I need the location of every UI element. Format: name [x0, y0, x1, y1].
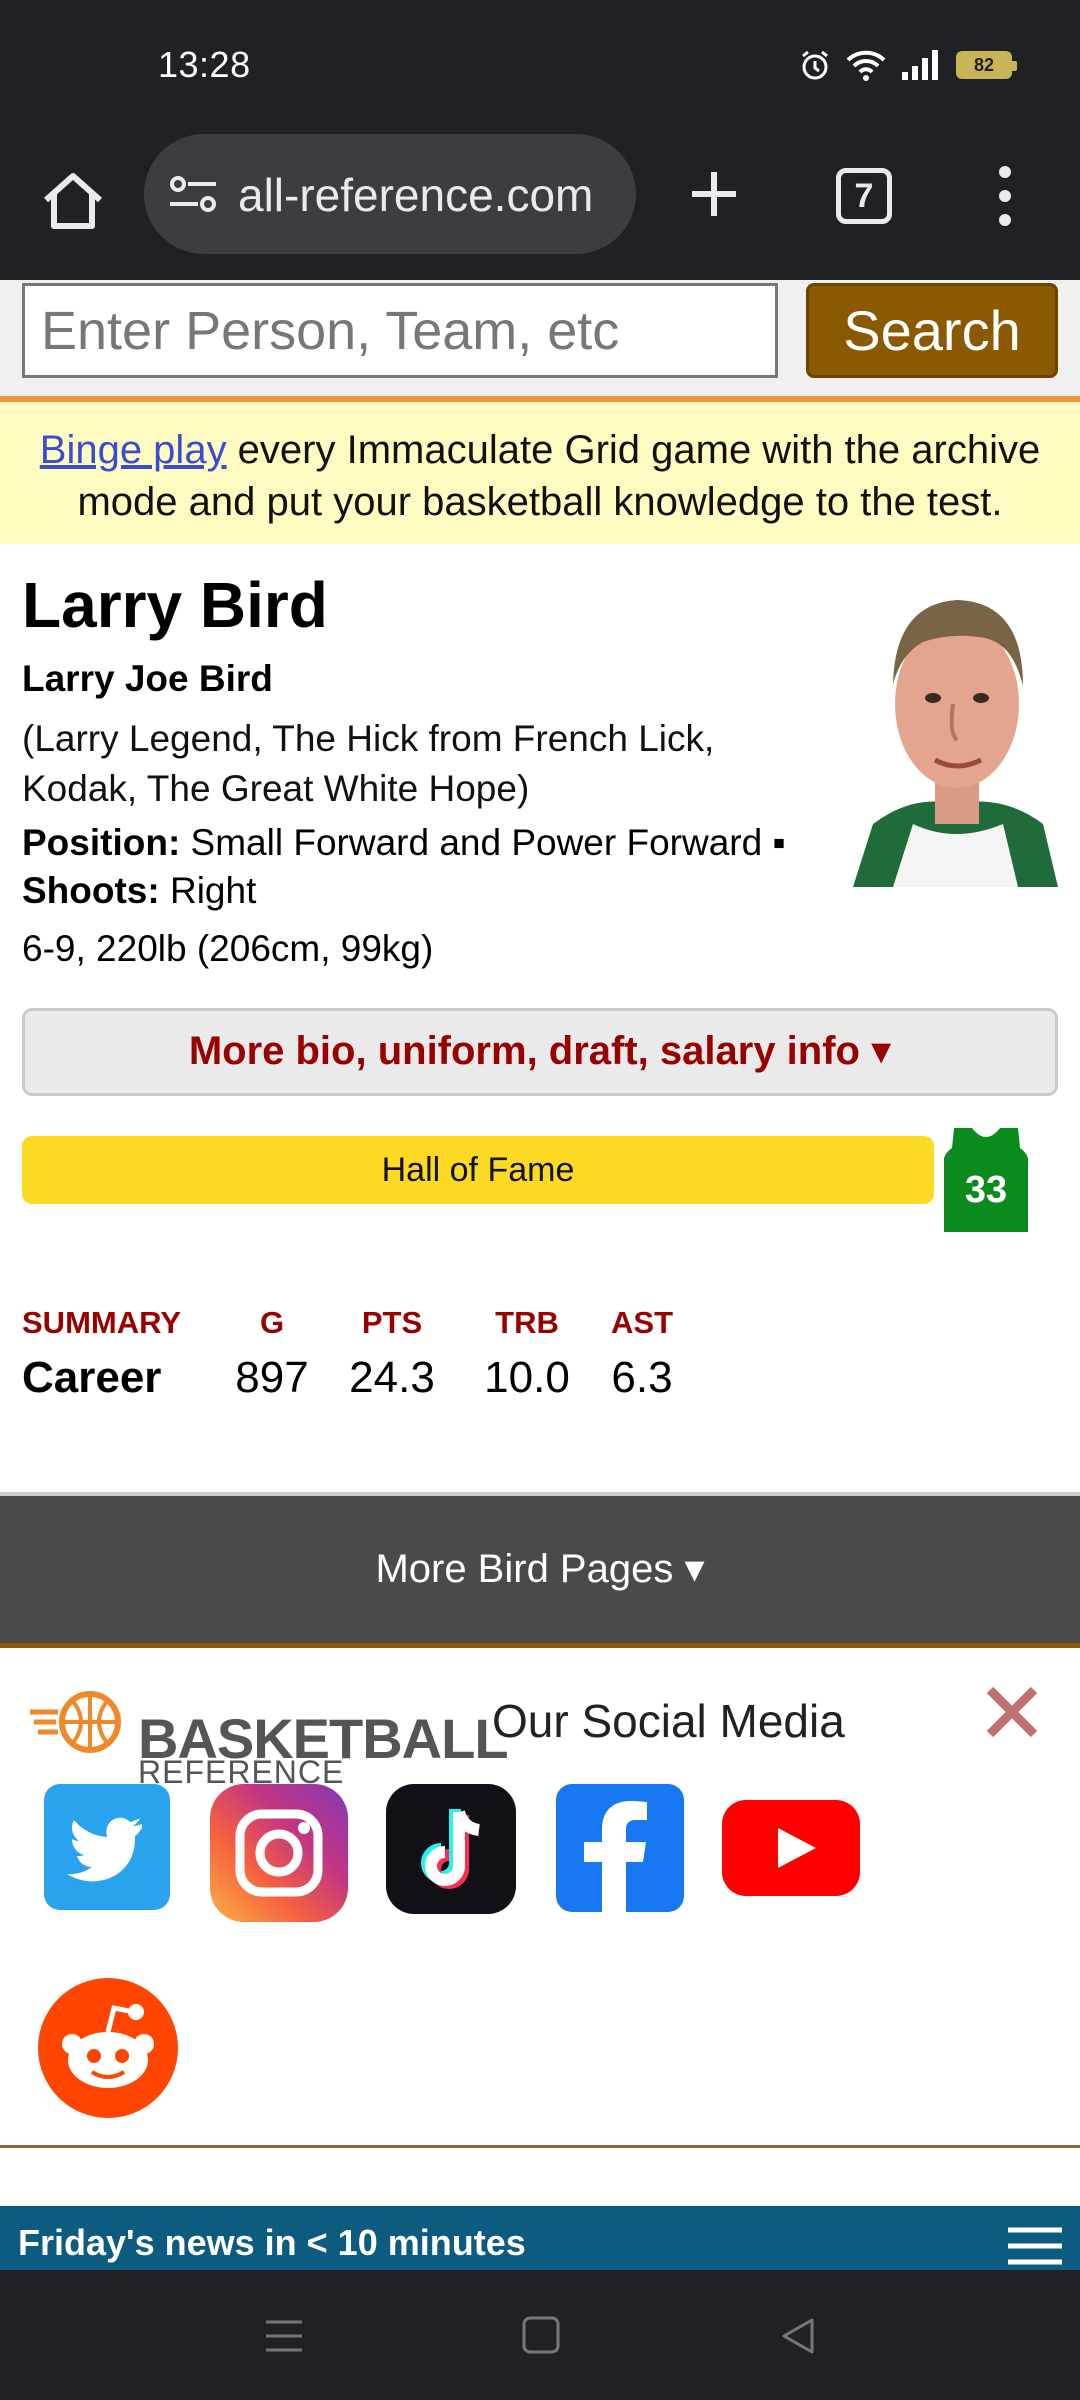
instagram-icon[interactable]	[210, 1784, 348, 1922]
recent-apps-icon[interactable]	[264, 2318, 304, 2354]
search-row: Search	[0, 280, 1080, 398]
position-label: Position:	[22, 822, 181, 863]
summary-header-row: SUMMARY G PTS TRB AST	[22, 1300, 722, 1346]
home-nav-icon[interactable]	[522, 2316, 560, 2354]
wifi-icon	[846, 50, 886, 81]
news-text: Friday's news in < 10 minutes	[18, 2222, 526, 2263]
player-shoots: Shoots: Right	[22, 870, 256, 912]
player-name: Larry Bird	[22, 569, 328, 641]
shoots-label: Shoots:	[22, 870, 160, 911]
promo-banner: Binge play every Immaculate Grid game wi…	[0, 396, 1080, 544]
search-button[interactable]: Search	[806, 283, 1058, 378]
player-measurements: 6-9, 220lb (206cm, 99kg)	[22, 928, 434, 969]
position-value: Small Forward and Power Forward ▪	[180, 822, 786, 863]
social-media-panel: BASKETBALL REFERENCE Our Social Media	[0, 1652, 1080, 2148]
tab-switcher-button[interactable]: 7	[836, 168, 892, 224]
career-points: 24.3	[349, 1353, 435, 1402]
youtube-icon[interactable]	[722, 1800, 860, 1896]
signal-icon	[902, 50, 938, 80]
jersey-number: 33	[965, 1169, 1007, 1211]
close-icon[interactable]	[982, 1682, 1042, 1742]
search-input[interactable]	[22, 283, 778, 378]
basketball-reference-logo[interactable]: BASKETBALL REFERENCE	[28, 1682, 509, 1790]
player-full-name: Larry Joe Bird	[22, 658, 273, 699]
status-time: 13:28	[158, 44, 251, 85]
twitter-icon[interactable]	[44, 1784, 170, 1910]
more-pages-button[interactable]: More Bird Pages ▾	[0, 1492, 1080, 1648]
more-menu-icon[interactable]	[990, 164, 1020, 228]
hamburger-menu-icon[interactable]	[1008, 2226, 1062, 2266]
hall-of-fame-badge[interactable]: Hall of Fame	[22, 1136, 934, 1204]
home-icon[interactable]	[38, 166, 108, 236]
url-bar[interactable]: all-reference.com	[144, 134, 636, 254]
alarm-icon	[802, 50, 828, 80]
player-headshot	[853, 574, 1058, 887]
facebook-icon[interactable]	[556, 1784, 684, 1912]
binge-play-link[interactable]: Binge play	[40, 428, 227, 472]
career-assists: 6.3	[611, 1353, 673, 1402]
games-header: G	[259, 1305, 285, 1340]
basketball-logo-icon	[30, 1691, 121, 1753]
status-bar: 13:28 82	[0, 0, 1080, 130]
player-position: Position: Small Forward and Power Forwar…	[22, 822, 786, 864]
status-icons: 82	[798, 48, 1017, 82]
new-tab-icon[interactable]	[684, 164, 744, 224]
url-text: all-reference.com	[238, 169, 594, 221]
browser-toolbar: all-reference.com 7	[0, 130, 1080, 280]
career-rebounds: 10.0	[484, 1353, 570, 1402]
tiktok-icon[interactable]	[386, 1784, 516, 1914]
reddit-icon[interactable]	[38, 1978, 178, 2118]
system-nav-bar	[0, 2270, 1080, 2400]
career-summary-table: SUMMARY G PTS TRB AST Career 897 24.3 10…	[22, 1300, 722, 1410]
back-nav-icon[interactable]	[778, 2316, 818, 2356]
jersey-icon[interactable]: 33	[944, 1128, 1028, 1232]
battery-icon: 82	[956, 51, 1017, 79]
summary-header: SUMMARY	[22, 1305, 182, 1340]
career-row: Career 897 24.3 10.0 6.3	[22, 1346, 722, 1410]
more-bio-button[interactable]: More bio, uniform, draft, salary info ▾	[22, 1008, 1058, 1096]
site-settings-icon[interactable]	[168, 174, 218, 214]
assists-header: AST	[611, 1305, 673, 1340]
career-label: Career	[22, 1353, 162, 1402]
career-games: 897	[235, 1353, 309, 1402]
news-banner[interactable]: Friday's news in < 10 minutes	[0, 2206, 1080, 2270]
player-nicknames: (Larry Legend, The Hick from French Lick…	[22, 718, 715, 809]
shoots-value: Right	[159, 870, 257, 911]
points-header: PTS	[361, 1305, 423, 1340]
rebounds-header: TRB	[495, 1305, 559, 1340]
social-title: Our Social Media	[492, 1695, 845, 1747]
